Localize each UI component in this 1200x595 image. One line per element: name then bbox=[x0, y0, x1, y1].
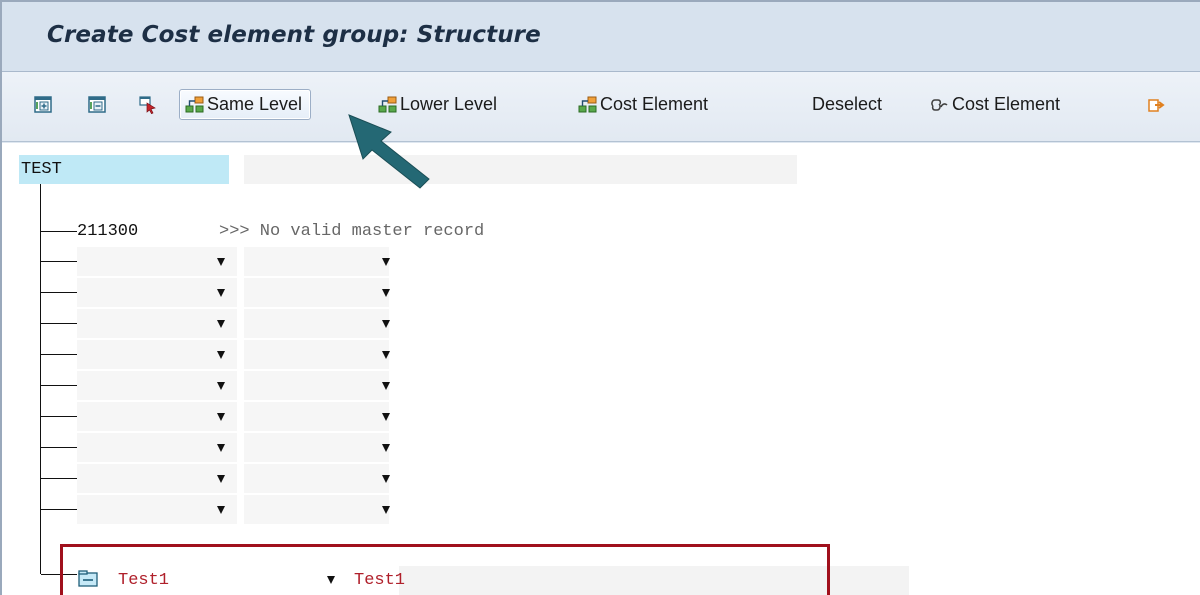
highlight-box bbox=[60, 544, 830, 595]
cost-element-from-input[interactable] bbox=[77, 371, 237, 400]
cost-element-input[interactable]: 211300 bbox=[77, 217, 237, 246]
dropdown-arrow-icon[interactable] bbox=[217, 351, 225, 359]
tree-row bbox=[77, 464, 837, 494]
tree-row bbox=[77, 371, 837, 401]
cost-element-from-input[interactable] bbox=[77, 402, 237, 431]
hierarchy-node-icon bbox=[185, 95, 205, 115]
cost-element-from-input[interactable] bbox=[77, 464, 237, 493]
same-level-button[interactable]: Same Level bbox=[179, 89, 312, 120]
dropdown-arrow-icon[interactable] bbox=[382, 351, 390, 359]
transfer-button[interactable] bbox=[1147, 89, 1167, 120]
dropdown-arrow-icon[interactable] bbox=[217, 289, 225, 297]
cost-element-to-input[interactable] bbox=[244, 433, 389, 462]
hierarchy-node-icon bbox=[578, 95, 598, 115]
dropdown-arrow-icon[interactable] bbox=[217, 320, 225, 328]
cost-element-to-input[interactable] bbox=[244, 278, 389, 307]
expand-subtree-icon bbox=[34, 95, 54, 115]
cost-element-to-input[interactable] bbox=[244, 402, 389, 431]
tree-branch-line bbox=[41, 323, 77, 324]
cost-element-value: 211300 bbox=[77, 222, 139, 241]
title-bar: Create Cost element group: Structure bbox=[2, 2, 1200, 72]
tree-branch-line bbox=[41, 354, 77, 355]
collapse-subtree-button[interactable] bbox=[88, 89, 108, 120]
structure-tree-area: TEST 211300 >>> No valid master record T… bbox=[2, 143, 1200, 595]
dropdown-arrow-icon[interactable] bbox=[217, 413, 225, 421]
tree-row bbox=[77, 402, 837, 432]
cost-element-button[interactable]: Cost Element bbox=[578, 89, 708, 120]
dropdown-arrow-icon[interactable] bbox=[382, 320, 390, 328]
tree-branch-line bbox=[41, 261, 77, 262]
tree-row bbox=[77, 309, 837, 339]
cost-element-link-label: Cost Element bbox=[952, 94, 1061, 114]
cost-element-from-input[interactable] bbox=[77, 495, 237, 524]
cost-element-to-input[interactable] bbox=[244, 247, 389, 276]
dropdown-arrow-icon[interactable] bbox=[217, 444, 225, 452]
same-level-label: Same Level bbox=[207, 94, 303, 114]
cost-element-to-input[interactable] bbox=[244, 495, 389, 524]
deselect-label: Deselect bbox=[812, 94, 883, 114]
select-button[interactable] bbox=[138, 89, 158, 120]
tree-vertical-line bbox=[40, 184, 41, 574]
sap-window: Create Cost element group: Structure Sam… bbox=[0, 0, 1200, 595]
expand-subtree-button[interactable] bbox=[34, 89, 54, 120]
dropdown-arrow-icon[interactable] bbox=[382, 289, 390, 297]
status-message: >>> No valid master record bbox=[219, 222, 485, 241]
cost-element-to-input[interactable] bbox=[244, 371, 389, 400]
dropdown-arrow-icon[interactable] bbox=[217, 258, 225, 266]
dropdown-arrow-icon[interactable] bbox=[217, 475, 225, 483]
cost-element-from-input[interactable] bbox=[77, 433, 237, 462]
dropdown-arrow-icon[interactable] bbox=[382, 382, 390, 390]
tree-row bbox=[77, 247, 837, 277]
tree-branch-line bbox=[41, 292, 77, 293]
dropdown-arrow-icon[interactable] bbox=[382, 506, 390, 514]
cost-element-to-input[interactable] bbox=[244, 309, 389, 338]
cost-element-link-button[interactable]: Cost Element bbox=[930, 89, 1060, 120]
cost-element-to-input[interactable] bbox=[244, 340, 389, 369]
dropdown-arrow-icon[interactable] bbox=[382, 413, 390, 421]
dropdown-arrow-icon[interactable] bbox=[382, 444, 390, 452]
select-pointer-icon bbox=[138, 95, 158, 115]
cost-element-from-input[interactable] bbox=[77, 340, 237, 369]
tree-row bbox=[77, 433, 837, 463]
cost-element-from-input[interactable] bbox=[77, 247, 237, 276]
tree-row bbox=[77, 340, 837, 370]
chain-link-icon bbox=[930, 95, 950, 115]
tree-row bbox=[77, 278, 837, 308]
tree-branch-line bbox=[41, 447, 77, 448]
cost-element-label: Cost Element bbox=[600, 94, 709, 114]
cost-element-from-input[interactable] bbox=[77, 278, 237, 307]
tree-branch-line bbox=[41, 385, 77, 386]
root-description-field[interactable] bbox=[244, 155, 797, 184]
transfer-arrow-icon bbox=[1147, 95, 1167, 115]
page-title: Create Cost element group: Structure bbox=[47, 22, 541, 48]
tree-root-node[interactable]: TEST bbox=[19, 155, 229, 184]
deselect-button[interactable]: Deselect bbox=[812, 89, 882, 120]
tree-branch-line bbox=[41, 231, 77, 232]
cost-element-from-input[interactable] bbox=[77, 309, 237, 338]
tree-row bbox=[77, 495, 837, 525]
dropdown-arrow-icon[interactable] bbox=[217, 506, 225, 514]
tree-branch-line bbox=[41, 416, 77, 417]
tree-row: 211300 >>> No valid master record bbox=[77, 217, 837, 247]
collapse-subtree-icon bbox=[88, 95, 108, 115]
dropdown-arrow-icon[interactable] bbox=[382, 475, 390, 483]
application-toolbar: Same Level Lower Level Cost Element Dese… bbox=[2, 72, 1200, 142]
dropdown-arrow-icon[interactable] bbox=[217, 382, 225, 390]
dropdown-arrow-icon[interactable] bbox=[382, 258, 390, 266]
tree-branch-line bbox=[41, 478, 77, 479]
tree-branch-line bbox=[41, 509, 77, 510]
callout-arrow-icon bbox=[348, 114, 430, 189]
cost-element-to-input[interactable] bbox=[244, 464, 389, 493]
